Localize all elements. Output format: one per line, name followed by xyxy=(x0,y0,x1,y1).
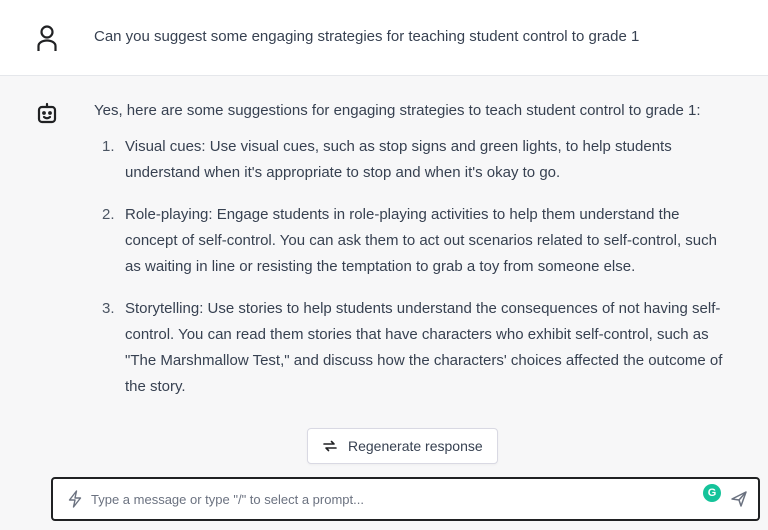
list-item-number: 3. xyxy=(102,300,115,317)
list-item-text: Visual cues: Use visual cues, such as st… xyxy=(125,138,672,181)
message-input[interactable] xyxy=(91,487,691,511)
lightning-icon[interactable] xyxy=(67,490,83,508)
list-item-text: Storytelling: Use stories to help studen… xyxy=(125,300,723,395)
list-item: 3. Storytelling: Use stories to help stu… xyxy=(102,296,734,400)
regenerate-response-button[interactable]: Regenerate response xyxy=(307,428,498,464)
list-item-number: 2. xyxy=(102,206,115,223)
user-icon xyxy=(37,25,57,51)
user-message-text: Can you suggest some engaging strategies… xyxy=(94,28,640,45)
regenerate-label: Regenerate response xyxy=(348,438,483,454)
grammarly-icon[interactable]: G xyxy=(703,484,721,502)
assistant-intro: Yes, here are some suggestions for engag… xyxy=(94,102,701,119)
suggestion-list: 1. Visual cues: Use visual cues, such as… xyxy=(94,134,734,400)
bot-icon xyxy=(37,102,57,124)
assistant-message-body: Yes, here are some suggestions for engag… xyxy=(94,98,734,416)
list-item-text: Role-playing: Engage students in role-pl… xyxy=(125,206,717,275)
list-item-number: 1. xyxy=(102,138,115,155)
send-icon[interactable] xyxy=(730,490,748,508)
list-item: 2. Role-playing: Engage students in role… xyxy=(102,202,734,280)
list-item: 1. Visual cues: Use visual cues, such as… xyxy=(102,134,734,186)
user-message: Can you suggest some engaging strategies… xyxy=(0,0,768,76)
regenerate-icon xyxy=(323,440,337,452)
message-composer: G xyxy=(51,477,760,521)
